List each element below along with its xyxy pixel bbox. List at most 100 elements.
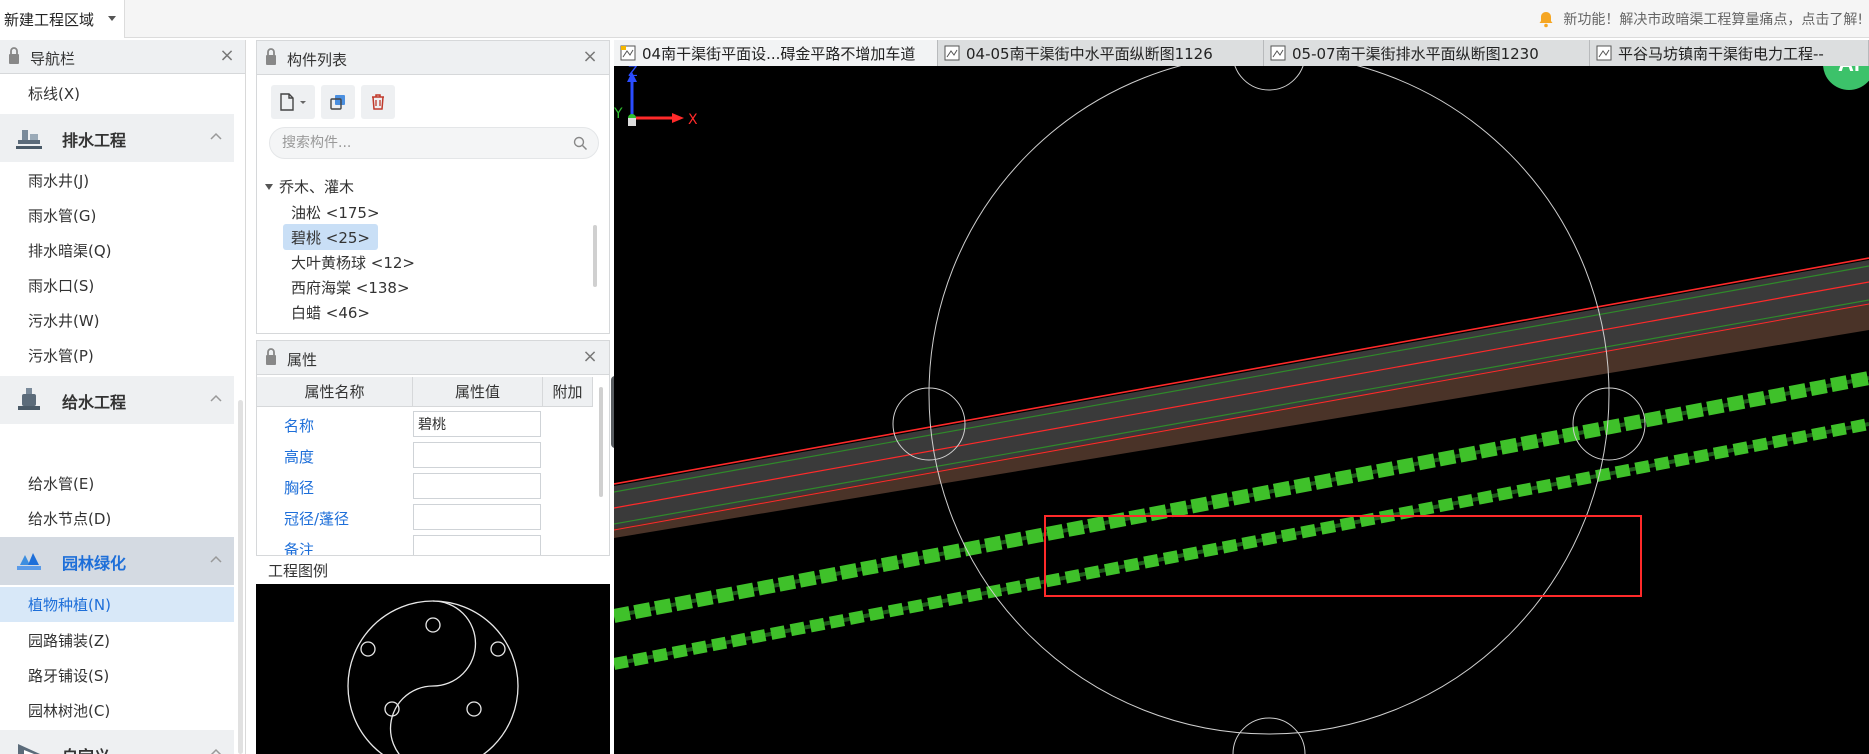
drawing-tabs: 04南干渠街平面设...碍金平路不增加车道 04-05南干渠街中水平面纵断图11… bbox=[614, 40, 1869, 66]
property-row: 名称 bbox=[257, 408, 609, 439]
tree-scrollbar[interactable] bbox=[593, 225, 597, 287]
close-icon[interactable]: × bbox=[218, 47, 236, 65]
property-name: 备注 bbox=[284, 541, 315, 556]
nav-item-rain-pipe[interactable]: 雨水管(G) bbox=[0, 198, 234, 233]
caret-down-icon bbox=[265, 183, 273, 190]
nav-scrollbar[interactable] bbox=[238, 400, 243, 754]
copy-icon bbox=[330, 95, 345, 110]
nav-item-tree-pit[interactable]: 园林树池(C) bbox=[0, 693, 234, 728]
road-edge-line bbox=[614, 257, 1869, 485]
property-value-input[interactable] bbox=[413, 473, 541, 499]
search-icon[interactable] bbox=[573, 136, 588, 151]
tab-drawing-power[interactable]: 平谷马坊镇南干渠街电力工程-- bbox=[1590, 40, 1869, 66]
road-center-line bbox=[614, 281, 1869, 509]
property-name: 胸径 bbox=[284, 479, 315, 497]
nav-category-custom[interactable]: 自定义 bbox=[0, 730, 234, 754]
property-value-input[interactable] bbox=[413, 535, 541, 555]
property-row: 胸径 bbox=[257, 470, 609, 501]
water-supply-icon bbox=[18, 388, 40, 410]
properties-scrollbar[interactable] bbox=[599, 387, 603, 497]
3d-viewport[interactable]: Ai Z Y X bbox=[614, 66, 1869, 754]
nav-panel-header: 导航栏 × bbox=[0, 40, 245, 74]
properties-header: 属性 × bbox=[257, 341, 609, 375]
tree-group-label: 乔木、灌木 bbox=[279, 178, 355, 196]
landscape-icon bbox=[17, 553, 41, 570]
nav-item-sewage-pipe[interactable]: 污水管(P) bbox=[0, 338, 234, 373]
nav-item-garden-paving[interactable]: 园路铺装(Z) bbox=[0, 623, 234, 658]
nav-item-label: 污水管(P) bbox=[28, 347, 94, 365]
component-toolbar bbox=[271, 85, 395, 119]
nav-item-supply-pipe[interactable]: 给水管(E) bbox=[0, 466, 234, 501]
legend-canvas bbox=[256, 584, 610, 754]
component-search-input[interactable] bbox=[282, 131, 562, 155]
z-axis-label: Z bbox=[628, 66, 638, 80]
tree-group-trees-shrubs[interactable]: 乔木、灌木 bbox=[265, 176, 354, 197]
tree-item-pine[interactable]: 油松 <175> bbox=[283, 199, 388, 225]
caret-down-icon bbox=[108, 16, 116, 21]
chevron-up-icon bbox=[210, 555, 222, 563]
nav-item-drain-culvert[interactable]: 排水暗渠(Q) bbox=[0, 233, 234, 268]
delete-component-button[interactable] bbox=[361, 85, 395, 119]
app-window: 新建工程区域 新功能！解决市政暗渠工程算量痛点，点击了解! 导航栏 × 标线(X… bbox=[0, 0, 1869, 754]
nav-item-label: 植物种植(N) bbox=[28, 596, 111, 614]
tab-label: 平谷马坊镇南干渠街电力工程-- bbox=[1618, 44, 1824, 63]
tree-item-crabapple[interactable]: 西府海棠 <138> bbox=[283, 274, 418, 300]
nav-category-label: 给水工程 bbox=[62, 393, 127, 412]
lock-icon[interactable] bbox=[265, 347, 277, 367]
trash-icon bbox=[372, 94, 384, 110]
nav-category-water-supply[interactable]: 给水工程 bbox=[0, 376, 234, 424]
nav-item-marking[interactable]: 标线(X) bbox=[0, 76, 234, 111]
new-component-button[interactable] bbox=[271, 85, 315, 119]
tree-item-label: 白蜡 <46> bbox=[291, 303, 370, 322]
nav-category-landscape[interactable]: 园林绿化 bbox=[0, 537, 234, 585]
close-icon[interactable]: × bbox=[581, 348, 599, 366]
column-header-value: 属性值 bbox=[413, 377, 543, 407]
lock-icon[interactable] bbox=[8, 46, 20, 66]
property-name: 名称 bbox=[284, 417, 315, 435]
nav-item-rain-inlet[interactable]: 雨水口(S) bbox=[0, 268, 234, 303]
custom-icon bbox=[18, 744, 40, 754]
tab-drawing-05-07[interactable]: 05-07南干渠街排水平面纵断图1230 bbox=[1264, 40, 1590, 66]
peach-tree-symbol bbox=[347, 600, 519, 754]
nav-item-label: 雨水井(J) bbox=[28, 172, 90, 190]
nav-category-label: 排水工程 bbox=[62, 131, 127, 150]
navigation-panel: 导航栏 × 标线(X) 排水工程 雨水井(J) 雨水管(G) 排水暗渠(Q) 雨… bbox=[0, 40, 246, 754]
nav-item-supply-node[interactable]: 给水节点(D) bbox=[0, 501, 234, 536]
nav-category-drainage[interactable]: 排水工程 bbox=[0, 114, 234, 162]
drain-icon bbox=[16, 130, 42, 149]
nav-category-label: 自定义 bbox=[62, 743, 110, 754]
tree-item-peach[interactable]: 碧桃 <25> bbox=[283, 224, 378, 250]
lock-icon[interactable] bbox=[265, 47, 277, 67]
copy-component-button[interactable] bbox=[321, 85, 355, 119]
nav-item-planting[interactable]: 植物种植(N) bbox=[0, 587, 234, 622]
close-icon[interactable]: × bbox=[581, 48, 599, 66]
nav-item-label: 排水暗渠(Q) bbox=[28, 242, 112, 260]
tree-item-label: 西府海棠 <138> bbox=[291, 278, 410, 297]
nav-item-sewage-well[interactable]: 污水井(W) bbox=[0, 303, 234, 338]
chevron-up-icon bbox=[210, 394, 222, 402]
nav-item-curb-laying[interactable]: 路牙铺设(S) bbox=[0, 658, 234, 693]
tab-drawing-04[interactable]: 04南干渠街平面设...碍金平路不增加车道 bbox=[614, 40, 938, 66]
properties-panel: 属性 × 属性名称 属性值 附加 名称 高度 胸径 冠径/蓬径 bbox=[256, 340, 610, 556]
tree-item-euonymus[interactable]: 大叶黄杨球 <12> bbox=[283, 249, 423, 275]
component-list-panel: 构件列表 × 乔木、灌木 油松 <175> 碧桃 <25> 大叶 bbox=[256, 40, 610, 334]
property-value-input[interactable] bbox=[413, 504, 541, 530]
tree-item-ash[interactable]: 白蜡 <46> bbox=[283, 299, 378, 325]
property-value-input[interactable] bbox=[413, 411, 541, 437]
property-value-input[interactable] bbox=[413, 442, 541, 468]
new-feature-notice[interactable]: 新功能！解决市政暗渠工程算量痛点，点击了解! bbox=[1537, 0, 1863, 38]
nav-item-label: 标线(X) bbox=[28, 85, 80, 103]
tab-label: 04南干渠街平面设...碍金平路不增加车道 bbox=[642, 44, 916, 63]
drawing-file-icon bbox=[1270, 45, 1286, 61]
chevron-up-icon bbox=[210, 132, 222, 140]
drawing-file-icon bbox=[1596, 45, 1612, 61]
nav-item-rain-well[interactable]: 雨水井(J) bbox=[0, 163, 234, 198]
region-select[interactable]: 新建工程区域 bbox=[0, 0, 125, 38]
legend-title: 工程图例 bbox=[268, 562, 329, 580]
property-row: 高度 bbox=[257, 439, 609, 470]
notice-text: 新功能！解决市政暗渠工程算量痛点，点击了解! bbox=[1563, 12, 1863, 28]
axis-gizmo: Z Y X bbox=[614, 66, 698, 128]
tab-drawing-04-05[interactable]: 04-05南干渠街中水平面纵断图1126 bbox=[938, 40, 1264, 66]
y-axis-label: Y bbox=[614, 106, 623, 122]
tab-label: 04-05南干渠街中水平面纵断图1126 bbox=[966, 44, 1213, 63]
